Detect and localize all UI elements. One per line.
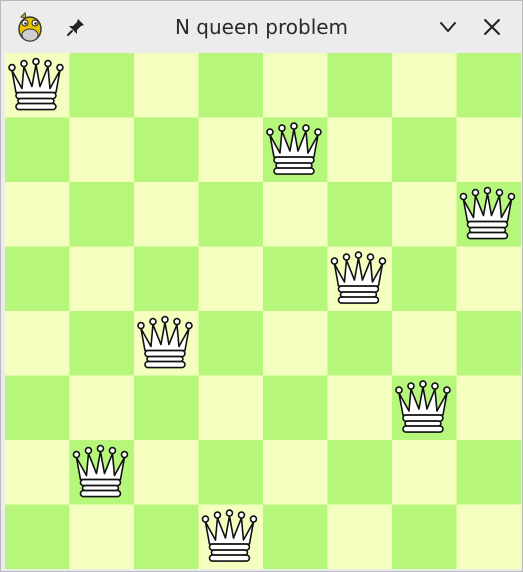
board-square[interactable] <box>456 117 522 183</box>
board-square[interactable] <box>69 182 135 247</box>
board-square[interactable] <box>392 440 457 505</box>
board-canvas[interactable] <box>5 53 521 569</box>
pin-icon <box>67 19 84 36</box>
board-square[interactable] <box>198 117 264 183</box>
board-square[interactable] <box>5 117 70 183</box>
board-square[interactable] <box>263 246 328 312</box>
board-square[interactable] <box>5 311 70 376</box>
board-square[interactable] <box>5 375 70 441</box>
board-square[interactable] <box>327 440 393 505</box>
board-square[interactable] <box>198 53 264 118</box>
board-square[interactable] <box>134 440 199 505</box>
board-square[interactable] <box>263 182 328 247</box>
minimize-button[interactable] <box>433 13 463 41</box>
window-title: N queen problem <box>174 15 349 39</box>
board-square[interactable] <box>69 246 135 312</box>
board-square[interactable] <box>134 117 199 183</box>
board-square[interactable] <box>198 440 264 505</box>
board-square[interactable] <box>456 53 522 118</box>
board-square[interactable] <box>456 440 522 505</box>
board-square[interactable] <box>456 246 522 312</box>
board-square[interactable] <box>392 53 457 118</box>
board-square[interactable] <box>263 311 328 376</box>
board-square[interactable] <box>69 53 135 118</box>
board-square[interactable] <box>5 182 70 247</box>
board-square[interactable] <box>263 375 328 441</box>
board-square[interactable] <box>5 504 70 570</box>
chevron-down-icon <box>440 22 456 32</box>
board-square[interactable] <box>392 311 457 376</box>
board-square[interactable] <box>198 182 264 247</box>
board-square[interactable] <box>392 504 457 570</box>
board-square[interactable] <box>69 504 135 570</box>
board-square[interactable] <box>327 53 393 118</box>
board-square[interactable] <box>69 375 135 441</box>
board-square[interactable] <box>392 246 457 312</box>
title-bar[interactable]: N queen problem <box>1 1 522 53</box>
board-square[interactable] <box>263 53 328 118</box>
board-square[interactable] <box>456 504 522 570</box>
chess-board[interactable] <box>5 53 521 569</box>
board-square[interactable] <box>263 504 328 570</box>
board-square[interactable] <box>327 504 393 570</box>
app-icon <box>18 11 42 42</box>
board-square[interactable] <box>134 182 199 247</box>
board-square[interactable] <box>456 311 522 376</box>
board-square[interactable] <box>134 53 199 118</box>
board-square[interactable] <box>69 117 135 183</box>
board-square[interactable] <box>198 311 264 376</box>
board-square[interactable] <box>327 375 393 441</box>
board-square[interactable] <box>69 311 135 376</box>
board-square[interactable] <box>392 182 457 247</box>
board-square[interactable] <box>5 440 70 505</box>
board-square[interactable] <box>263 440 328 505</box>
board-square[interactable] <box>198 375 264 441</box>
board-square[interactable] <box>198 246 264 312</box>
close-button[interactable] <box>477 13 507 41</box>
pin-button[interactable] <box>61 13 91 41</box>
close-icon <box>484 19 500 35</box>
board-square[interactable] <box>456 375 522 441</box>
app-window: N queen problem <box>0 0 523 572</box>
board-square[interactable] <box>327 311 393 376</box>
board-square[interactable] <box>134 246 199 312</box>
board-square[interactable] <box>134 375 199 441</box>
board-square[interactable] <box>327 117 393 183</box>
board-square[interactable] <box>392 117 457 183</box>
board-square[interactable] <box>5 246 70 312</box>
board-square[interactable] <box>327 182 393 247</box>
board-square[interactable] <box>134 504 199 570</box>
